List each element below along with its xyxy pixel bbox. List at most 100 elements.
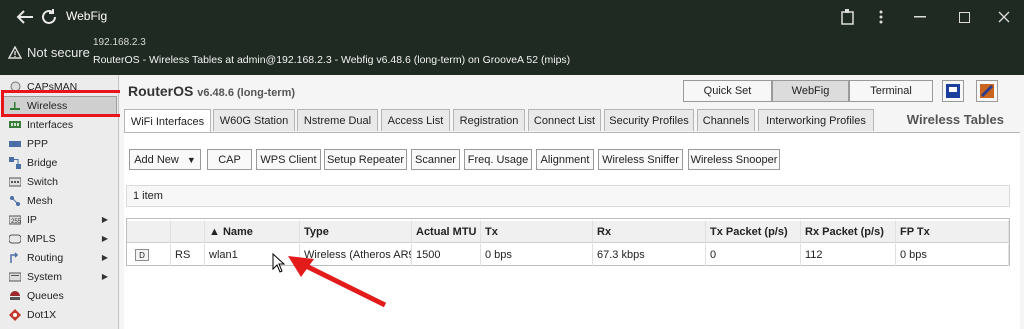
ppp-icon (9, 138, 21, 150)
switch-icon (9, 176, 21, 188)
row-rx-packet: 112 (801, 244, 896, 266)
warning-icon (8, 46, 22, 59)
row-tx-packet: 0 (706, 244, 801, 266)
column-header-flags (171, 221, 205, 243)
main-panel: RouterOS v6.48.6 (long-term) Quick Set W… (120, 75, 1024, 329)
wps-client-button[interactable]: WPS Client (256, 149, 321, 170)
dot1x-icon (9, 308, 21, 321)
row-rx: 67.3 kbps (593, 244, 706, 266)
minimize-icon[interactable] (910, 7, 930, 27)
tab-registration[interactable]: Registration (453, 109, 525, 131)
more-vert-icon[interactable] (871, 7, 891, 27)
row-fp-tx: 0 bps (896, 244, 1009, 266)
column-header-tx[interactable]: Tx (481, 221, 593, 243)
submenu-arrow-icon: ▶ (101, 253, 108, 262)
wireless-snooper-button[interactable]: Wireless Snooper (688, 149, 780, 170)
column-header-actual-mtu[interactable]: Actual MTU (412, 221, 481, 243)
mesh-icon (9, 195, 21, 207)
mpls-icon (9, 233, 21, 245)
extension-icon[interactable] (838, 7, 858, 27)
sidebar-item-label: IP (27, 213, 37, 226)
freq-usage-button[interactable]: Freq. Usage (464, 149, 532, 170)
column-header-rx[interactable]: Rx (593, 221, 706, 243)
webfig-button[interactable]: WebFig (772, 80, 849, 102)
maximize-icon[interactable] (954, 7, 974, 27)
tab-access-list[interactable]: Access List (381, 109, 450, 131)
svg-text:255: 255 (11, 219, 21, 225)
sidebar-item-mesh[interactable]: Mesh (2, 191, 117, 210)
sidebar-item-queues[interactable]: Queues (2, 286, 117, 305)
security-label: Not secure (27, 45, 90, 60)
sidebar-item-system[interactable]: System ▶ (2, 267, 117, 286)
back-arrow-icon[interactable] (14, 6, 36, 28)
row-type: Wireless (Atheros AR9 (300, 244, 412, 266)
dropdown-arrow-icon: ▼ (186, 154, 196, 165)
tab-connect-list[interactable]: Connect List (528, 109, 601, 131)
reload-icon[interactable] (38, 6, 60, 28)
sidebar-item-dot1x[interactable]: Dot1X (2, 305, 117, 324)
column-header-name[interactable]: ▲ Name (205, 221, 300, 243)
wireless-sniffer-button[interactable]: Wireless Sniffer (598, 149, 683, 170)
tab-interworking-profiles[interactable]: Interworking Profiles (758, 109, 874, 131)
product-name: RouterOS (128, 83, 194, 99)
sidebar-item-mpls[interactable]: MPLS ▶ (2, 229, 117, 248)
quick-set-button[interactable]: Quick Set (683, 80, 772, 102)
routing-icon (9, 251, 21, 264)
section-title: Wireless Tables (906, 112, 1004, 127)
sidebar-item-label: Wireless (27, 99, 68, 112)
column-header-rx-packet[interactable]: Rx Packet (p/s) (801, 221, 896, 243)
sidebar-item-routing[interactable]: Routing ▶ (2, 248, 117, 267)
winbox-icon[interactable] (942, 80, 964, 102)
design-skin-icon[interactable] (976, 80, 998, 102)
sidebar-item-switch[interactable]: Switch (2, 172, 117, 191)
url-host[interactable]: 192.168.2.3 (93, 37, 146, 48)
sidebar-item-label: CAPsMAN (27, 80, 78, 93)
sidebar-item-label: System (27, 270, 63, 283)
row-name[interactable]: wlan1 (205, 244, 300, 266)
sidebar-item-wireless[interactable]: Wireless (2, 96, 117, 115)
column-header-fp-tx[interactable]: FP Tx (896, 221, 1009, 243)
interfaces-table: ▲ Name Type Actual MTU Tx Rx Tx Packet (… (126, 218, 1010, 266)
column-header-type[interactable]: Type (300, 221, 412, 243)
window-titlebar: WebFig (0, 0, 1024, 33)
tab-wifi-interfaces[interactable]: WiFi Interfaces (124, 109, 211, 133)
ip-icon: 255 (9, 214, 21, 226)
queues-icon (9, 290, 21, 302)
scanner-button[interactable]: Scanner (411, 149, 460, 170)
product-version: v6.48.6 (long-term) (197, 87, 296, 99)
tab-w60g-station[interactable]: W60G Station (213, 109, 295, 131)
sidebar-item-label: Bridge (27, 156, 58, 169)
setup-repeater-button[interactable]: Setup Repeater (324, 149, 407, 170)
close-icon[interactable] (994, 7, 1014, 27)
column-header-tx-packet[interactable]: Tx Packet (p/s) (706, 221, 801, 243)
system-icon (9, 271, 21, 283)
tab-content: Add New ▼ CAP WPS Client Setup Repeater … (124, 132, 1020, 329)
row-mtu: 1500 (412, 244, 481, 266)
wireless-icon (9, 100, 21, 112)
row-tx: 0 bps (481, 244, 593, 266)
terminal-button[interactable]: Terminal (849, 80, 933, 102)
sidebar-item-label: Dot1X (27, 308, 57, 321)
sidebar-item-bridge[interactable]: Bridge (2, 153, 117, 172)
sidebar-item-ppp[interactable]: PPP (2, 134, 117, 153)
add-new-button[interactable]: Add New ▼ (129, 149, 201, 170)
alignment-button[interactable]: Alignment (536, 149, 594, 170)
sidebar-item-label: Mesh (27, 194, 53, 207)
bridge-icon (9, 156, 21, 169)
tab-nstreme-dual[interactable]: Nstreme Dual (297, 109, 378, 131)
cap-button[interactable]: CAP (207, 149, 252, 170)
sidebar: CAPsMAN Wireless Interfaces PPP Bridge S… (0, 75, 119, 329)
submenu-arrow-icon: ▶ (101, 272, 108, 281)
sidebar-item-interfaces[interactable]: Interfaces (2, 115, 117, 134)
capsman-icon (9, 81, 21, 93)
sidebar-item-label: PPP (27, 137, 49, 150)
sidebar-item-capsman[interactable]: CAPsMAN (2, 77, 117, 96)
sidebar-item-label: MPLS (27, 232, 56, 245)
tab-security-profiles[interactable]: Security Profiles (604, 109, 694, 131)
row-flags: RS (171, 244, 205, 266)
disable-button[interactable]: D (135, 249, 149, 261)
sidebar-item-ip[interactable]: 255 IP ▶ (2, 210, 117, 229)
app-title: WebFig (66, 9, 108, 23)
tab-channels[interactable]: Channels (697, 109, 755, 131)
security-indicator[interactable]: Not secure (8, 45, 90, 60)
